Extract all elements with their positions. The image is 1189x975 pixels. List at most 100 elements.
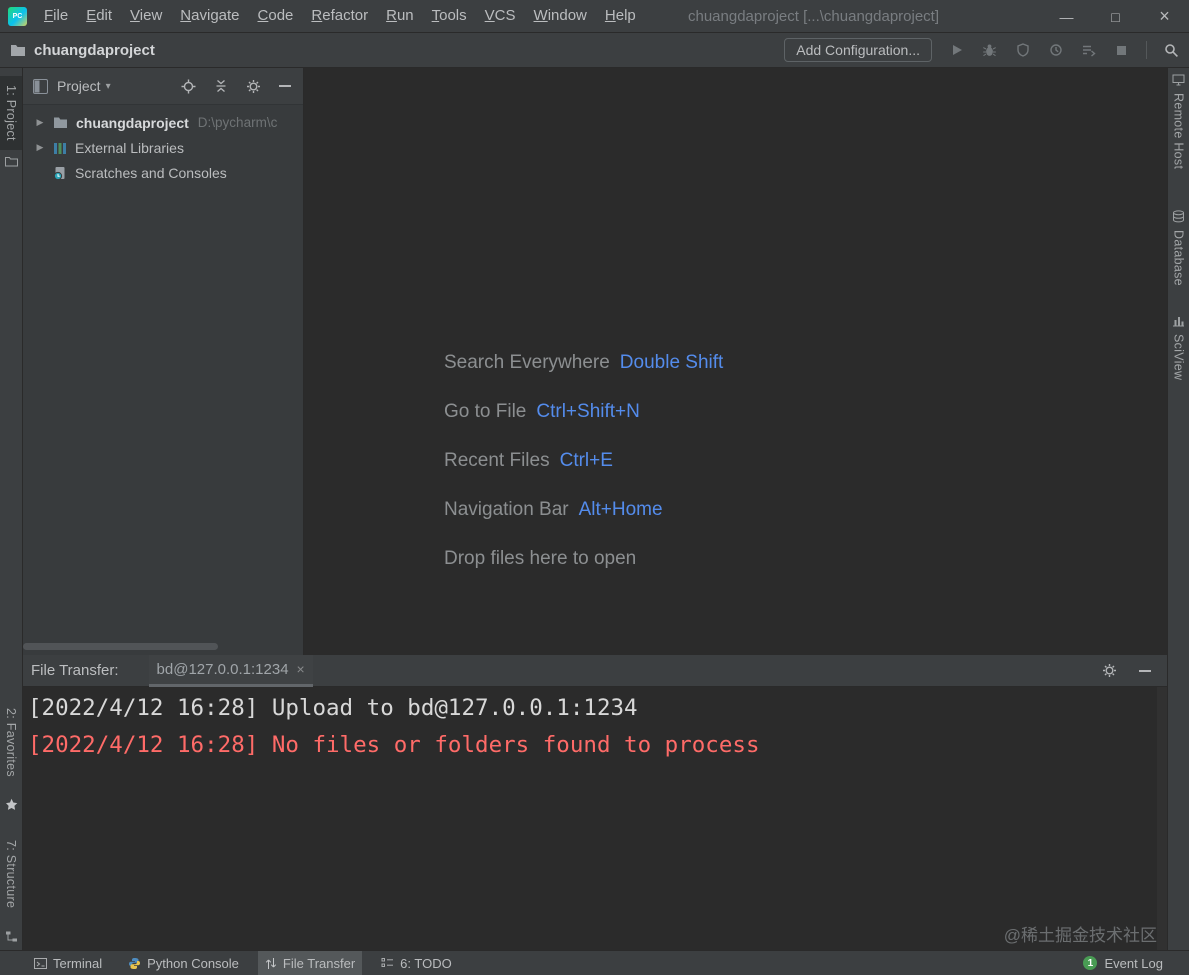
- stripe-structure-button[interactable]: 7: Structure: [0, 840, 22, 908]
- tree-item-name: Scratches and Consoles: [75, 164, 227, 181]
- stripe-sciview-button[interactable]: SciView: [1168, 314, 1189, 380]
- stripe-remote-host-label: Remote Host: [1171, 93, 1186, 170]
- stripe-structure-label: 7: Structure: [4, 840, 18, 909]
- run-toolbar: Add Configuration...: [784, 38, 1180, 62]
- folder-icon: [10, 43, 26, 57]
- python-icon: [128, 957, 141, 970]
- horizontal-scrollbar[interactable]: [23, 643, 218, 650]
- close-tab-icon[interactable]: ×: [297, 661, 305, 677]
- maximize-button[interactable]: □: [1091, 0, 1140, 33]
- run-with-coverage-icon[interactable]: [1014, 42, 1031, 59]
- python-console-label: Python Console: [147, 955, 239, 971]
- run-anything-icon[interactable]: [1080, 42, 1097, 59]
- menu-navigate[interactable]: Navigate: [171, 0, 248, 32]
- run-icon[interactable]: [948, 42, 965, 59]
- file-transfer-tool-window: File Transfer: bd@127.0.0.1:1234 × [2022…: [23, 655, 1167, 950]
- menu-tools[interactable]: Tools: [423, 0, 476, 32]
- tree-item-external-libraries[interactable]: External Libraries: [23, 135, 303, 160]
- statusbar-file-transfer-button[interactable]: File Transfer: [257, 951, 363, 975]
- stripe-remote-host-button[interactable]: Remote Host: [1168, 74, 1189, 169]
- vertical-scrollbar[interactable]: [1157, 687, 1167, 950]
- project-tool-window: Project chuangdaproj: [23, 68, 304, 655]
- favorites-star-icon[interactable]: [0, 798, 22, 811]
- statusbar-todo-button[interactable]: 6: TODO: [374, 951, 459, 975]
- menu-window[interactable]: Window: [525, 0, 596, 32]
- menu-code[interactable]: Code: [249, 0, 303, 32]
- add-configuration-button[interactable]: Add Configuration...: [784, 38, 932, 62]
- terminal-label: Terminal: [53, 955, 103, 971]
- libraries-icon: [53, 141, 67, 155]
- breadcrumb[interactable]: chuangdaproject: [10, 42, 155, 59]
- shortcut-hint: Search Everywhere Double Shift: [444, 338, 723, 387]
- todo-label: 6: TODO: [400, 955, 452, 971]
- close-button[interactable]: ×: [1140, 0, 1189, 33]
- locate-file-icon[interactable]: [181, 79, 196, 94]
- file-transfer-header: File Transfer: bd@127.0.0.1:1234 ×: [23, 655, 1167, 687]
- stripe-favorites-label: 2: Favorites: [4, 708, 18, 777]
- chevron-down-icon[interactable]: [106, 81, 111, 92]
- project-panel-header: Project: [23, 68, 303, 105]
- stripe-database-label: Database: [1171, 230, 1186, 286]
- profiler-icon[interactable]: [1047, 42, 1064, 59]
- expand-arrow-icon[interactable]: [34, 142, 46, 153]
- menu-help[interactable]: Help: [596, 0, 645, 32]
- breadcrumb-label: chuangdaproject: [34, 41, 155, 59]
- hint-keys: Alt+Home: [578, 498, 663, 520]
- shortcut-hint: Navigation Bar Alt+Home: [444, 485, 723, 534]
- panel-actions: [1102, 663, 1151, 678]
- file-transfer-label: File Transfer: [282, 955, 356, 971]
- tree-item-scratches[interactable]: Scratches and Consoles: [23, 160, 303, 185]
- expand-arrow-icon[interactable]: [34, 117, 46, 128]
- terminal-icon: [34, 957, 47, 970]
- hint-label: Drop files here to open: [444, 547, 637, 569]
- structure-icon[interactable]: [0, 930, 22, 943]
- tree-item-name: External Libraries: [75, 139, 184, 156]
- statusbar-python-console-button[interactable]: Python Console: [121, 951, 246, 975]
- stripe-project-label: 1: Project: [4, 85, 18, 141]
- menu-refactor[interactable]: Refactor: [302, 0, 377, 32]
- pycharm-window: PC File Edit View Navigate Code Refactor…: [0, 0, 1189, 975]
- menu-run[interactable]: Run: [377, 0, 423, 32]
- console-line: [2022/4/12 16:28] No files or folders fo…: [28, 732, 760, 758]
- stripe-favorites-button[interactable]: 2: Favorites: [0, 708, 22, 777]
- hide-panel-icon[interactable]: [1139, 669, 1151, 672]
- shortcut-hint: Drop files here to open: [444, 534, 723, 583]
- editor-area: Search Everywhere Double Shift Go to Fil…: [304, 68, 1167, 655]
- menu-view[interactable]: View: [121, 0, 171, 32]
- window-title: chuangdaproject [...\chuangdaproject]: [688, 8, 940, 25]
- community-watermark: @稀土掘金技术社区: [1003, 926, 1157, 945]
- tree-item-name: chuangdaproject: [76, 114, 189, 131]
- console-output[interactable]: [2022/4/12 16:28] Upload to bd@127.0.0.1…: [23, 687, 1167, 950]
- menu-vcs[interactable]: VCS: [476, 0, 525, 32]
- event-count-badge: 1: [1083, 956, 1098, 970]
- minimize-button[interactable]: —: [1042, 0, 1091, 33]
- gear-icon[interactable]: [1102, 663, 1117, 678]
- console-line: [2022/4/12 16:28] Upload to bd@127.0.0.1…: [28, 695, 638, 721]
- statusbar-event-log-button[interactable]: 1 Event Log: [1083, 956, 1163, 971]
- project-tool-icon[interactable]: [0, 156, 22, 167]
- left-tool-stripe: 1: Project 2: Favorites 7: Structure: [0, 68, 23, 950]
- menu-edit[interactable]: Edit: [77, 0, 121, 32]
- scratches-icon: [53, 166, 67, 180]
- debug-bug-icon[interactable]: [981, 42, 998, 59]
- search-everywhere-icon[interactable]: [1163, 42, 1180, 59]
- menu-file[interactable]: File: [35, 0, 77, 32]
- stripe-project-button[interactable]: 1: Project: [0, 76, 22, 150]
- hide-panel-icon[interactable]: [279, 85, 291, 87]
- project-view-selector[interactable]: Project: [57, 78, 101, 94]
- hint-keys: Ctrl+E: [559, 449, 613, 471]
- collapse-all-icon[interactable]: [214, 79, 228, 93]
- gear-icon[interactable]: [246, 79, 261, 94]
- transfer-session-tab[interactable]: bd@127.0.0.1:1234 ×: [148, 655, 313, 687]
- editor-shortcut-hints: Search Everywhere Double Shift Go to Fil…: [444, 338, 723, 583]
- tree-item-path: D:\pycharm\c: [197, 115, 278, 130]
- pycharm-logo-icon: PC: [8, 6, 27, 26]
- statusbar: Terminal Python Console File Transfer 6:…: [0, 950, 1189, 975]
- database-icon: [1172, 210, 1185, 223]
- folder-icon: [53, 116, 68, 129]
- titlebar: PC File Edit View Navigate Code Refactor…: [0, 0, 1189, 33]
- statusbar-terminal-button[interactable]: Terminal: [27, 951, 109, 975]
- tree-item-project-root[interactable]: chuangdaproject D:\pycharm\c: [23, 110, 303, 135]
- stop-icon[interactable]: [1113, 42, 1130, 59]
- stripe-database-button[interactable]: Database: [1168, 210, 1189, 286]
